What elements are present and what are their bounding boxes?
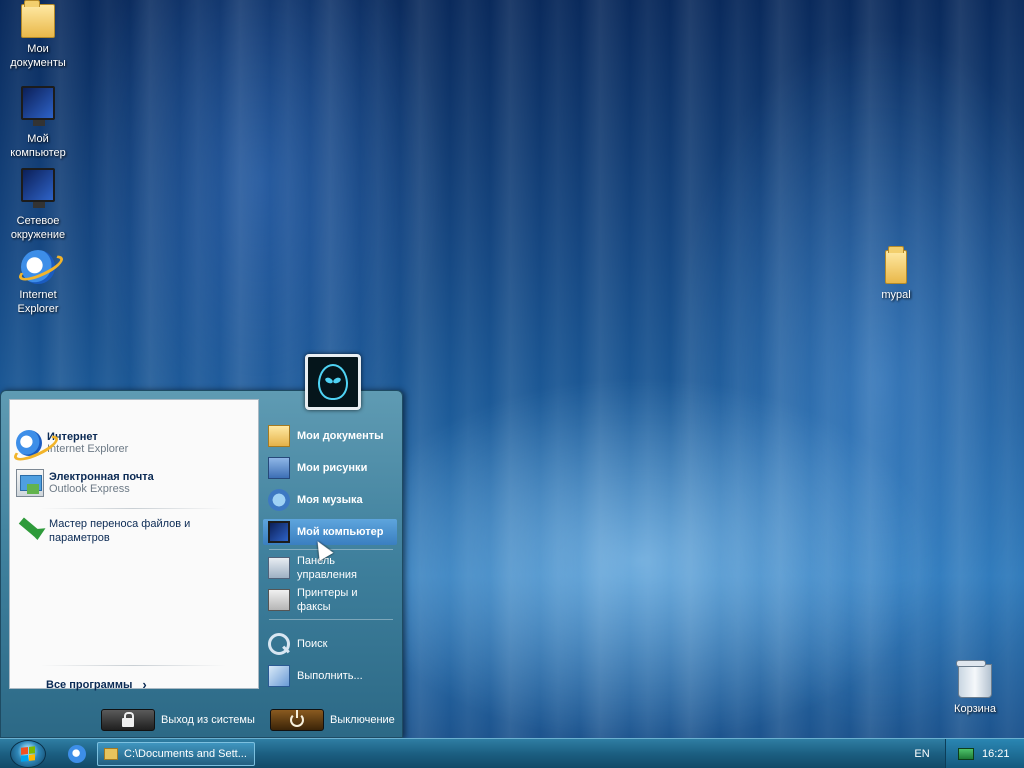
desktop-icon-my-documents[interactable]: Мои документы <box>0 0 76 70</box>
desktop-icon-my-computer[interactable]: Мой компьютер <box>0 86 76 160</box>
start-menu: Интернет Internet Explorer Электронная п… <box>0 390 403 738</box>
desktop-icon-label: Сетевое окружение <box>10 215 66 241</box>
shutdown-button[interactable]: Выключение <box>270 709 395 731</box>
desktop-icon-recycle-bin[interactable]: Корзина <box>937 660 1013 716</box>
menu-separator <box>269 619 393 620</box>
start-menu-left-pane: Интернет Internet Explorer Электронная п… <box>9 399 259 692</box>
network-icon <box>21 168 55 208</box>
places-item-my-pictures[interactable]: Мои рисунки <box>263 457 397 479</box>
language-indicator[interactable]: EN <box>911 745 933 763</box>
desktop-icon-label: mypal <box>881 289 911 301</box>
places-item-label: Поиск <box>297 638 328 650</box>
places-item-printers[interactable]: Принтеры и факсы <box>263 585 397 615</box>
ie-icon <box>21 250 55 284</box>
taskbar-window-button[interactable]: C:\Documents and Sett... <box>97 742 255 766</box>
pinned-item-subtitle: Internet Explorer <box>47 443 129 455</box>
places-item-my-computer[interactable]: Мой компьютер <box>263 519 397 545</box>
network-tray-icon[interactable] <box>958 748 974 760</box>
pinned-item-title: Интернет <box>47 431 98 443</box>
music-icon <box>268 489 290 511</box>
recycle-bin-icon <box>956 660 992 698</box>
places-item-label: Мои рисунки <box>297 462 368 474</box>
all-programs-button[interactable]: Все программы › <box>46 677 147 692</box>
desktop-icon-label: Корзина <box>954 703 996 715</box>
run-icon <box>268 665 290 687</box>
places-item-label: Мой компьютер <box>297 526 384 538</box>
monitor-icon <box>21 86 55 126</box>
desktop-icon-label: Мои документы <box>10 43 66 69</box>
mail-icon <box>16 469 44 497</box>
pinned-item-title: Электронная почта <box>49 471 154 483</box>
recent-item-transfer-wizard[interactable]: Мастер переноса файлов и параметров <box>16 514 252 548</box>
shutdown-label: Выключение <box>330 714 395 726</box>
system-tray: 16:21 <box>945 739 1024 768</box>
logoff-button[interactable]: Выход из системы <box>101 709 255 731</box>
folder-icon <box>104 748 118 760</box>
chevron-right-icon: › <box>142 677 147 692</box>
places-item-label: Панель управления <box>297 555 357 581</box>
places-item-my-music[interactable]: Моя музыка <box>263 489 397 511</box>
lock-icon <box>101 709 155 731</box>
menu-separator <box>40 508 226 509</box>
pinned-item-internet[interactable]: Интернет Internet Explorer <box>16 426 252 460</box>
pictures-icon <box>268 457 290 479</box>
pinned-item-email[interactable]: Электронная почта Outlook Express <box>16 466 252 500</box>
desktop-icon-internet-explorer[interactable]: Internet Explorer <box>0 250 76 316</box>
places-item-label: Принтеры и факсы <box>297 587 358 613</box>
control-panel-icon <box>268 557 290 579</box>
printer-icon <box>268 589 290 611</box>
places-item-label: Моя музыка <box>297 494 363 506</box>
alien-avatar-icon <box>318 364 348 400</box>
places-item-label: Мои документы <box>297 430 384 442</box>
desktop-icon-label: Мой компьютер <box>10 133 66 159</box>
menu-separator <box>40 665 226 666</box>
folder-icon <box>21 0 55 38</box>
places-item-my-documents[interactable]: Мои документы <box>263 425 397 447</box>
taskbar: C:\Documents and Sett... EN 16:21 <box>0 738 1024 768</box>
power-icon <box>270 709 324 731</box>
desktop-icon-network[interactable]: Сетевое окружение <box>0 168 76 242</box>
search-icon <box>268 633 290 655</box>
clock[interactable]: 16:21 <box>982 748 1010 760</box>
folder-icon <box>885 246 907 284</box>
quick-launch-ie-icon[interactable] <box>68 745 86 763</box>
user-picture[interactable] <box>305 354 361 410</box>
ie-icon <box>16 430 42 456</box>
places-item-control-panel[interactable]: Панель управления <box>263 553 397 583</box>
desktop-icon-mypal[interactable]: mypal <box>858 246 934 302</box>
folder-icon <box>268 425 290 447</box>
monitor-icon <box>268 521 290 543</box>
places-item-search[interactable]: Поиск <box>263 633 397 655</box>
desktop-icon-label: Internet Explorer <box>17 289 59 315</box>
all-programs-label: Все программы <box>46 678 133 691</box>
taskbar-window-label: C:\Documents and Sett... <box>124 748 247 760</box>
pinned-item-subtitle: Outlook Express <box>49 483 130 495</box>
start-menu-footer: Выход из системы Выключение <box>1 707 402 737</box>
recent-item-label: Мастер переноса файлов и параметров <box>49 518 191 544</box>
start-button[interactable] <box>10 740 46 768</box>
places-item-label: Выполнить... <box>297 670 363 682</box>
places-item-run[interactable]: Выполнить... <box>263 665 397 687</box>
windows-logo-icon <box>21 746 35 762</box>
transfer-wizard-icon <box>16 517 44 545</box>
logoff-label: Выход из системы <box>161 714 255 726</box>
